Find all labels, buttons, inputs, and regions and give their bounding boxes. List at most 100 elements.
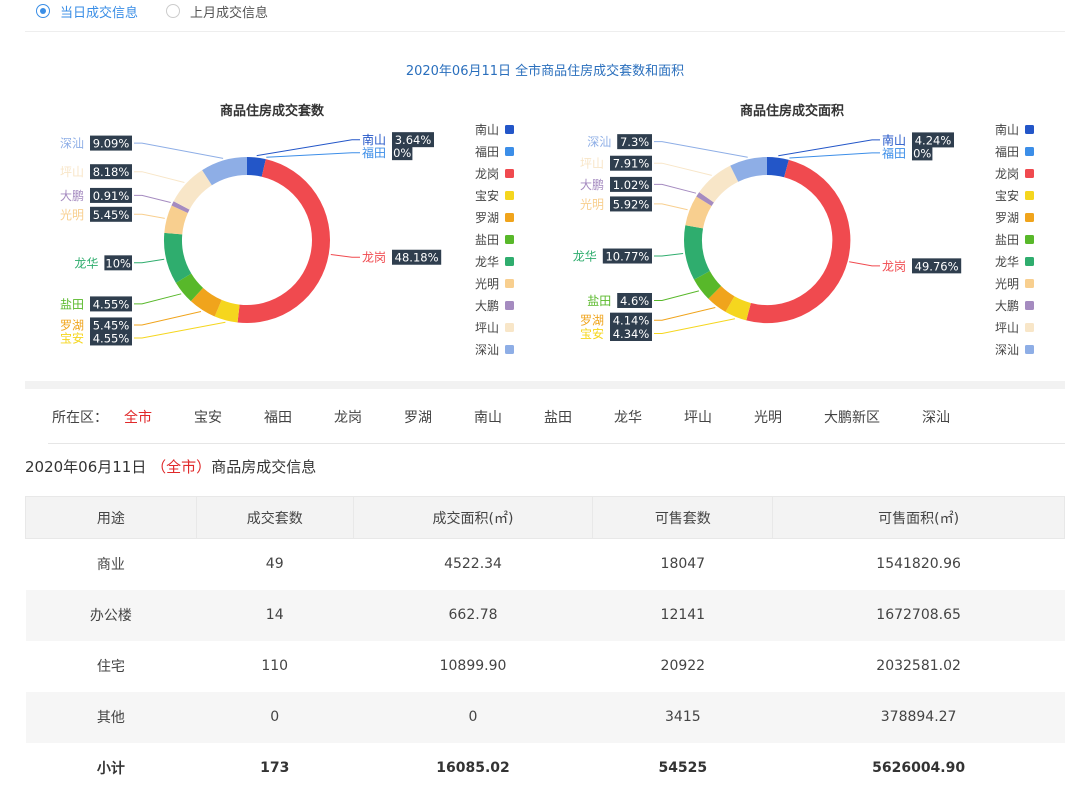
donut-chart: 商品住房成交面积南山 4.24% 福田 0% 龙岗 49.76% 深汕 7.3% 坪山 7.91%… [573,103,1034,357]
district-item[interactable]: 盐田 [544,407,572,427]
divider [25,31,1065,32]
slice-name-label: 深汕 [587,135,611,149]
table-cell: 4522.34 [444,556,502,573]
district-item[interactable]: 光明 [754,407,782,427]
legend-label: 福田 [995,144,1019,159]
legend-item[interactable]: 福田 [475,144,514,159]
district-item[interactable]: 龙华 [614,407,642,427]
district-item[interactable]: 全市 [124,407,152,427]
label-leader-line [134,171,185,183]
legend-swatch [1025,323,1034,332]
district-item[interactable]: 福田 [264,407,292,427]
slice-percent-label: 5.45% [93,318,130,332]
legend-item[interactable]: 福田 [995,144,1034,159]
legend-item[interactable]: 深汕 [475,343,514,357]
label-leader-line [654,162,712,176]
legend-item[interactable]: 宝安 [995,188,1034,203]
legend-item[interactable]: 罗湖 [995,210,1034,225]
legend-label: 坪山 [995,321,1019,335]
legend-item[interactable]: 南山 [995,122,1034,137]
section-separator [25,381,1065,389]
legend-swatch [1025,147,1034,156]
donut-slice [173,170,213,210]
legend-item[interactable]: 罗湖 [475,210,514,225]
legend-swatch [505,345,514,354]
legend-label: 福田 [475,144,499,159]
legend-swatch [1025,257,1034,266]
donut-slice [246,157,266,177]
table-header-cell: 可售面积(㎡) [772,496,1065,539]
legend-label: 南山 [475,122,499,137]
legend-item[interactable]: 大鹏 [475,299,514,313]
district-item[interactable]: 坪山 [684,407,712,427]
radio-today[interactable]: 当日成交信息 [36,2,138,21]
district-item[interactable]: 南山 [474,407,502,427]
slice-percent-label: 4.55% [93,331,130,345]
chart-title: 商品住房成交面积 [740,103,844,119]
legend-label: 宝安 [995,188,1019,203]
district-item[interactable]: 大鹏新区 [824,407,880,427]
district-item[interactable]: 宝安 [194,407,222,427]
table-header-cell: 成交套数 [195,496,354,539]
legend-item[interactable]: 盐田 [995,233,1034,247]
donut-slice [766,157,789,178]
legend-item[interactable]: 南山 [475,122,514,137]
slice-percent-label: 7.3% [620,135,649,149]
district-item[interactable]: 龙岗 [334,407,362,427]
table-cell: 办公楼 [25,589,197,641]
legend-item[interactable]: 龙岗 [475,167,514,181]
label-leader-line [134,213,165,219]
legend-item[interactable]: 坪山 [995,321,1034,335]
legend-item[interactable]: 大鹏 [995,299,1034,313]
donut-slice [202,157,248,186]
legend-item[interactable]: 宝安 [475,188,514,203]
table-row: 住宅 110 10899.90 20922 2032581.02 [26,641,1065,692]
slice-percent-label: 0% [393,146,411,160]
radio-last-month[interactable]: 上月成交信息 [166,2,268,21]
legend-label: 大鹏 [995,299,1019,313]
legend-label: 盐田 [995,233,1019,247]
radio-selected-icon[interactable] [36,4,50,18]
legend-item[interactable]: 龙华 [475,255,514,269]
legend-swatch [505,279,514,288]
table-header-cell: 可售套数 [592,496,774,539]
donut-slice [190,287,223,317]
slice-percent-label: 4.24% [915,133,952,147]
slice-percent-label: 49.76% [915,259,959,273]
label-leader-line [654,318,735,334]
district-item[interactable]: 深汕 [922,407,950,427]
table-cell: 5626004.90 [872,760,966,776]
slice-percent-label: 8.18% [93,165,130,179]
table-row: 商业 49 4522.34 18047 1541820.96 [26,539,1065,590]
legend-swatch [505,323,514,332]
slice-name-label: 罗湖 [580,313,604,328]
deal-info-table: 用途 成交套数 成交面积(㎡) 可售套数 可售面积(㎡) 商业 49 4522.34 1804… [25,496,1065,794]
legend-item[interactable]: 深汕 [995,343,1034,357]
slice-percent-label: 7.91% [613,157,650,171]
chart-section-title: 2020年06月11日 全市商品住房成交套数和面积 [405,64,685,79]
label-leader-line [654,203,688,211]
label-leader-line [849,261,880,267]
legend-item[interactable]: 光明 [475,277,514,291]
legend-item[interactable]: 光明 [995,277,1034,291]
label-leader-line [134,142,224,159]
label-leader-line [654,141,748,158]
table-cell: 1672708.65 [772,589,1065,641]
district-item[interactable]: 罗湖 [404,407,432,427]
slice-percent-label: 5.92% [613,197,650,211]
legend-item[interactable]: 盐田 [475,233,514,247]
legend-label: 坪山 [475,321,499,335]
label-leader-line [330,254,360,258]
donut-slice [708,285,735,312]
donut-slice [214,299,240,323]
legend-item[interactable]: 龙华 [995,255,1034,269]
legend-label: 罗湖 [995,210,1019,225]
radio-unselected-icon[interactable] [166,4,181,18]
legend-swatch [1025,235,1034,244]
legend-label: 盐田 [475,233,499,247]
slice-name-label: 光明 [60,208,84,222]
legend-item[interactable]: 坪山 [475,321,514,335]
legend-item[interactable]: 龙岗 [995,167,1034,181]
legend-swatch [505,301,514,310]
table-cell: 12141 [592,589,773,641]
